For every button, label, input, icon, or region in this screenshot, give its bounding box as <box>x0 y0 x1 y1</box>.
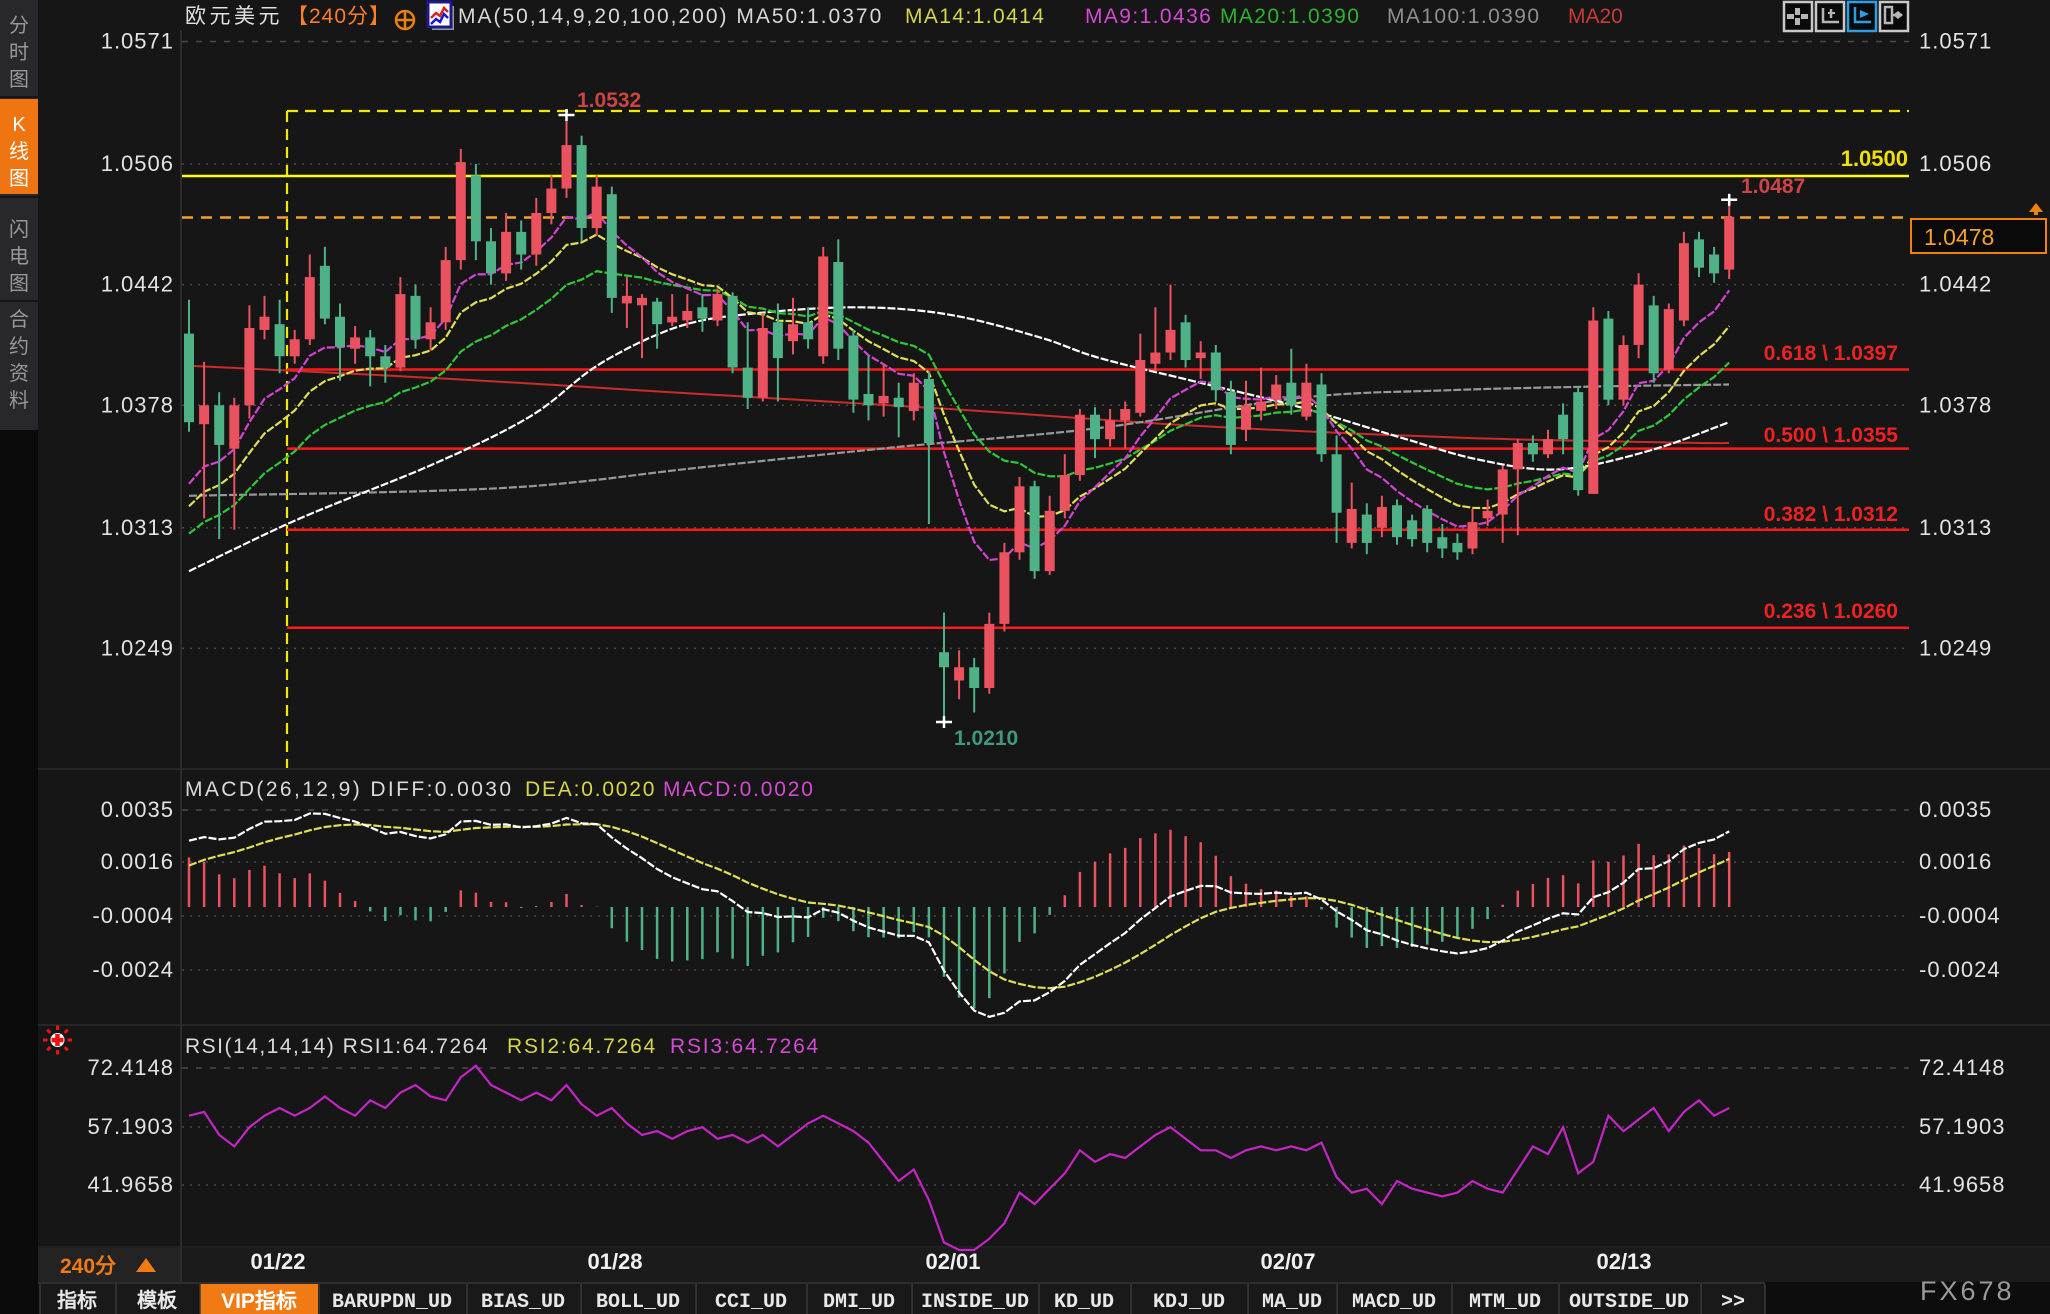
svg-text:1.0506: 1.0506 <box>1919 151 1992 176</box>
svg-text:02/07: 02/07 <box>1260 1249 1315 1274</box>
svg-text:1.0478: 1.0478 <box>1924 224 1994 250</box>
svg-text:-0.0004: -0.0004 <box>92 903 174 928</box>
svg-text:1.0210: 1.0210 <box>954 727 1018 750</box>
svg-text:料: 料 <box>9 389 29 412</box>
svg-text:BIAS_UD: BIAS_UD <box>481 1291 565 1314</box>
svg-text:MTM_UD: MTM_UD <box>1469 1291 1541 1314</box>
svg-text:-0.0024: -0.0024 <box>1919 957 2001 982</box>
svg-text:1.0442: 1.0442 <box>1919 272 1992 297</box>
svg-text:KD_UD: KD_UD <box>1054 1291 1114 1314</box>
svg-text:分: 分 <box>9 14 29 37</box>
svg-text:MACD(26,12,9) DIFF:0.0030: MACD(26,12,9) DIFF:0.0030 <box>185 778 513 801</box>
svg-text:欧元美元: 欧元美元 <box>185 5 283 28</box>
svg-text:1.0249: 1.0249 <box>1919 635 1992 660</box>
svg-text:K: K <box>12 114 26 136</box>
svg-text:资: 资 <box>9 362 29 385</box>
svg-text:电: 电 <box>9 245 29 268</box>
svg-text:1.0313: 1.0313 <box>101 515 174 540</box>
svg-text:1.0500: 1.0500 <box>1841 146 1908 171</box>
svg-text:VIP指标: VIP指标 <box>221 1289 297 1313</box>
svg-text:0.0035: 0.0035 <box>101 797 174 822</box>
svg-text:72.4148: 72.4148 <box>87 1055 174 1080</box>
svg-text:MA(50,14,9,20,100,200) MA50:1.: MA(50,14,9,20,100,200) MA50:1.0370 <box>458 5 883 28</box>
svg-text:指标: 指标 <box>57 1288 97 1312</box>
svg-text:01/22: 01/22 <box>250 1249 305 1274</box>
svg-text:1.0378: 1.0378 <box>101 392 174 417</box>
svg-text:DMI_UD: DMI_UD <box>823 1291 895 1314</box>
svg-text:MACD_UD: MACD_UD <box>1352 1291 1436 1314</box>
svg-text:41.9658: 41.9658 <box>87 1172 174 1197</box>
svg-text:图: 图 <box>9 273 29 295</box>
svg-text:02/13: 02/13 <box>1596 1249 1651 1274</box>
svg-text:MA20: MA20 <box>1568 5 1623 28</box>
svg-text:MA_UD: MA_UD <box>1262 1291 1322 1314</box>
svg-text:【240分】: 【240分】 <box>287 5 391 28</box>
svg-text:0.0016: 0.0016 <box>101 849 174 874</box>
svg-text:01/28: 01/28 <box>587 1249 642 1274</box>
svg-text:KDJ_UD: KDJ_UD <box>1153 1291 1225 1314</box>
svg-text:1.0313: 1.0313 <box>1919 515 1992 540</box>
svg-text:MA100:1.0390: MA100:1.0390 <box>1387 5 1540 28</box>
svg-text:RSI2:64.7264: RSI2:64.7264 <box>507 1035 657 1058</box>
svg-text:1.0249: 1.0249 <box>101 635 174 660</box>
svg-text:图: 图 <box>9 69 29 91</box>
svg-text:DEA:0.0020: DEA:0.0020 <box>525 778 656 801</box>
svg-text:MA9:1.0436: MA9:1.0436 <box>1085 5 1212 28</box>
svg-text:>>: >> <box>1721 1291 1745 1314</box>
svg-text:0.0016: 0.0016 <box>1919 849 1992 874</box>
svg-text:0.236 \ 1.0260: 0.236 \ 1.0260 <box>1764 600 1898 623</box>
svg-text:240分: 240分 <box>60 1255 116 1278</box>
svg-text:1.0442: 1.0442 <box>101 272 174 297</box>
svg-text:57.1903: 57.1903 <box>1919 1114 2006 1139</box>
svg-text:线: 线 <box>9 140 29 163</box>
svg-text:INSIDE_UD: INSIDE_UD <box>921 1291 1029 1314</box>
svg-text:MA14:1.0414: MA14:1.0414 <box>905 5 1045 28</box>
svg-text:1.0532: 1.0532 <box>577 89 641 112</box>
svg-text:CCI_UD: CCI_UD <box>715 1291 787 1314</box>
svg-text:BARUPDN_UD: BARUPDN_UD <box>332 1291 452 1314</box>
svg-text:模板: 模板 <box>137 1288 178 1312</box>
svg-text:1.0506: 1.0506 <box>101 151 174 176</box>
svg-text:时: 时 <box>9 41 29 64</box>
svg-text:1.0571: 1.0571 <box>1919 29 1992 54</box>
svg-text:1.0378: 1.0378 <box>1919 392 1992 417</box>
svg-text:图: 图 <box>9 168 29 190</box>
svg-text:BOLL_UD: BOLL_UD <box>596 1291 680 1314</box>
svg-text:RSI(14,14,14) RSI1:64.7264: RSI(14,14,14) RSI1:64.7264 <box>185 1035 489 1058</box>
svg-text:1.0487: 1.0487 <box>1741 175 1805 198</box>
svg-text:MACD:0.0020: MACD:0.0020 <box>663 778 815 801</box>
svg-text:41.9658: 41.9658 <box>1919 1172 2006 1197</box>
svg-text:-0.0024: -0.0024 <box>92 957 174 982</box>
svg-text:0.500 \ 1.0355: 0.500 \ 1.0355 <box>1764 424 1899 447</box>
svg-text:合: 合 <box>9 308 29 331</box>
svg-text:MA20:1.0390: MA20:1.0390 <box>1220 5 1360 28</box>
svg-text:1.0571: 1.0571 <box>101 29 174 54</box>
svg-text:02/01: 02/01 <box>925 1249 980 1274</box>
svg-text:57.1903: 57.1903 <box>87 1114 174 1139</box>
svg-text:0.0035: 0.0035 <box>1919 797 1992 822</box>
svg-text:约: 约 <box>9 335 29 358</box>
svg-text:闪: 闪 <box>9 218 29 241</box>
svg-text:0.618 \ 1.0397: 0.618 \ 1.0397 <box>1764 342 1898 365</box>
svg-text:FX678: FX678 <box>1920 1276 2015 1306</box>
svg-text:0.382 \ 1.0312: 0.382 \ 1.0312 <box>1764 503 1898 526</box>
svg-text:-0.0004: -0.0004 <box>1919 903 2001 928</box>
svg-text:OUTSIDE_UD: OUTSIDE_UD <box>1569 1291 1689 1314</box>
svg-text:72.4148: 72.4148 <box>1919 1055 2006 1080</box>
svg-text:RSI3:64.7264: RSI3:64.7264 <box>670 1035 820 1058</box>
